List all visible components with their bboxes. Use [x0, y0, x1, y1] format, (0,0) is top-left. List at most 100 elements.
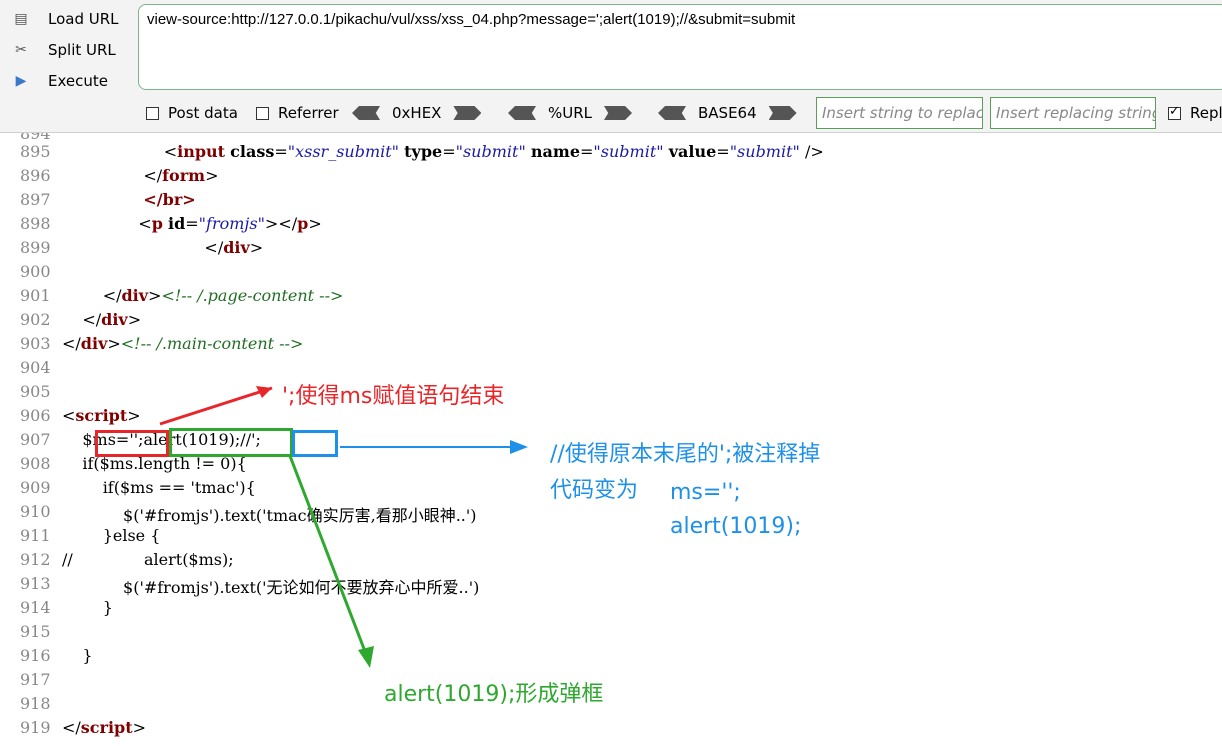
replace-checkbox[interactable]: [1168, 104, 1181, 120]
blue-annotation-code1: ms='';: [670, 480, 741, 505]
insert-replacing-input[interactable]: Insert replacing string: [990, 97, 1156, 129]
decode-right-arrow-icon[interactable]: [604, 106, 633, 120]
base64-encoder[interactable]: BASE64: [658, 104, 797, 122]
replace-toggle[interactable]: Repl: [1168, 104, 1222, 122]
hackbar-toolbar: ▤ Load URL ✂ Split URL ▶ Execute view-so…: [0, 0, 1222, 133]
source-line: 910 $('#fromjs').text('tmac确实厉害,看那小眼神..'…: [0, 502, 1222, 526]
source-line: 895 <input class="xssr_submit" type="sub…: [0, 142, 1222, 166]
line-code: </div>: [62, 238, 264, 257]
execute-button[interactable]: ▶ Execute: [10, 68, 130, 94]
line-number: 909: [20, 478, 51, 497]
green-annotation: alert(1019);形成弹框: [384, 682, 604, 707]
execute-label: Execute: [48, 72, 108, 90]
source-line: 913 $('#fromjs').text('无论如何不要放弃心中所爱..'): [0, 574, 1222, 598]
referrer-label: Referrer: [278, 104, 339, 122]
split-url-label: Split URL: [48, 41, 116, 59]
line-number: 914: [20, 598, 51, 617]
encode-left-arrow-icon[interactable]: [508, 106, 536, 120]
post-data-toggle[interactable]: Post data: [146, 104, 238, 122]
scissors-icon: ✂: [15, 42, 27, 58]
blue-annotation-line1: //使得原本末尾的';被注释掉: [550, 442, 821, 467]
red-annotation: ';使得ms赋值语句结束: [282, 384, 505, 409]
replace-label: Repl: [1190, 104, 1222, 122]
line-number: 908: [20, 454, 51, 473]
source-line: 912 // alert($ms);: [0, 550, 1222, 574]
base64-label: BASE64: [698, 104, 757, 122]
line-number: 907: [20, 430, 51, 449]
source-line: 914 }: [0, 598, 1222, 622]
line-code: </div><!-- /.page-content -->: [62, 286, 344, 305]
encode-left-arrow-icon[interactable]: [658, 106, 686, 120]
line-number: 897: [20, 190, 51, 209]
source-line: 900: [0, 262, 1222, 286]
line-number: 898: [20, 214, 51, 233]
line-number: 910: [20, 502, 51, 521]
load-url-label: Load URL: [48, 10, 119, 28]
encode-left-arrow-icon[interactable]: [352, 106, 380, 120]
line-code: <p id="fromjs"></p>: [62, 214, 322, 233]
line-number: 919: [20, 718, 51, 737]
referrer-checkbox[interactable]: [256, 106, 269, 120]
post-data-checkbox[interactable]: [146, 106, 159, 120]
line-number: 906: [20, 406, 51, 425]
line-number: 916: [20, 646, 51, 665]
play-icon: ▶: [15, 73, 27, 89]
referrer-toggle[interactable]: Referrer: [256, 104, 339, 122]
line-number: 899: [20, 238, 51, 257]
source-line: 896 </form>: [0, 166, 1222, 190]
line-number: 895: [20, 142, 51, 161]
line-number: 911: [20, 526, 51, 545]
line-code: }: [62, 598, 113, 617]
line-code: <input class="xssr_submit" type="submit"…: [163, 142, 824, 161]
line-number: 900: [20, 262, 51, 281]
line-code: $('#fromjs').text('无论如何不要放弃心中所爱..'): [62, 578, 480, 597]
line-number: 905: [20, 382, 51, 401]
url-encoder[interactable]: %URL: [508, 104, 633, 122]
line-code: </form>: [62, 166, 219, 185]
source-line: 918: [0, 694, 1222, 718]
decode-right-arrow-icon[interactable]: [768, 106, 797, 120]
line-code: }: [62, 646, 93, 665]
source-line: 911 }else {: [0, 526, 1222, 550]
load-url-icon: ▤: [14, 11, 28, 27]
line-code: $('#fromjs').text('tmac确实厉害,看那小眼神..'): [62, 506, 477, 525]
line-number: 901: [20, 286, 51, 305]
source-line: 905: [0, 382, 1222, 406]
line-code: </div><!-- /.main-content -->: [62, 334, 304, 353]
line-code: }else {: [62, 526, 161, 545]
line-number: 902: [20, 310, 51, 329]
line-code: if($ms == 'tmac'){: [62, 478, 256, 497]
source-line: 906 <script>: [0, 406, 1222, 430]
line-number: 918: [20, 694, 51, 713]
line-number: 903: [20, 334, 51, 353]
line-code: </br>: [143, 190, 196, 209]
load-url-button[interactable]: ▤ Load URL: [10, 6, 130, 32]
red-highlight-box: [95, 430, 169, 457]
line-number: 896: [20, 166, 51, 185]
blue-annotation-code2: alert(1019);: [670, 514, 802, 539]
source-line: 917: [0, 670, 1222, 694]
url-textarea[interactable]: view-source:http://127.0.0.1/pikachu/vul…: [138, 4, 1222, 90]
source-line: 898 <p id="fromjs"></p>: [0, 214, 1222, 238]
split-url-button[interactable]: ✂ Split URL: [10, 37, 130, 63]
line-code: </div>: [62, 310, 142, 329]
line-number: 913: [20, 574, 51, 593]
line-number: 917: [20, 670, 51, 689]
line-number: 915: [20, 622, 51, 641]
source-line: 897 </br>: [0, 190, 1222, 214]
insert-string-input[interactable]: Insert string to replace: [816, 97, 983, 129]
line-code: <script>: [62, 406, 141, 425]
source-line: 901 </div><!-- /.page-content -->: [0, 286, 1222, 310]
source-line: 904: [0, 358, 1222, 382]
decode-right-arrow-icon[interactable]: [453, 106, 482, 120]
source-line: 899 </div>: [0, 238, 1222, 262]
url-text: view-source:http://127.0.0.1/pikachu/vul…: [147, 11, 796, 28]
source-line: 915: [0, 622, 1222, 646]
source-line: 916 }: [0, 646, 1222, 670]
url-encode-label: %URL: [548, 104, 593, 122]
hex-encoder[interactable]: 0xHEX: [352, 104, 482, 122]
line-code: // alert($ms);: [62, 550, 234, 569]
green-highlight-box: [169, 428, 293, 457]
source-line: 919 </script>: [0, 718, 1222, 742]
blue-highlight-box: [292, 430, 338, 457]
